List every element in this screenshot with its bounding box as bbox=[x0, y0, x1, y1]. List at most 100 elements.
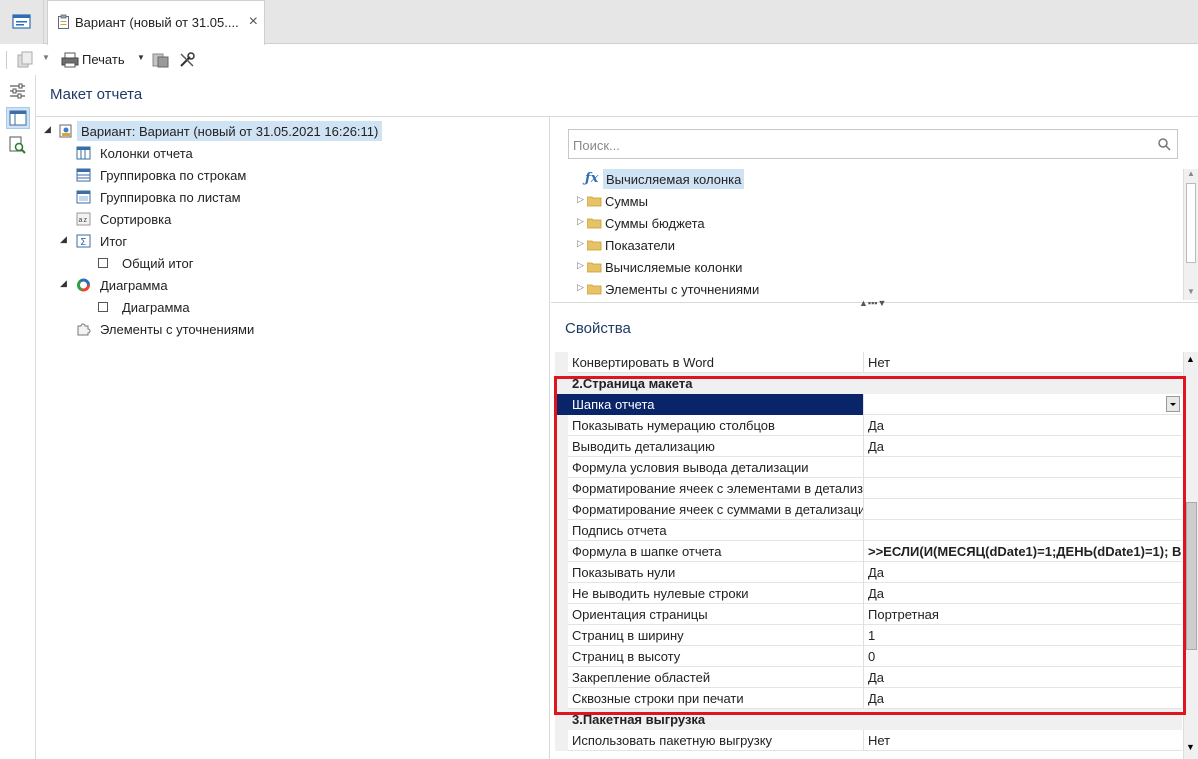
prop-row-pages-wide[interactable]: Страниц в ширину 1 bbox=[555, 625, 1182, 646]
print-button[interactable]: Печать bbox=[82, 52, 125, 70]
scroll-down-icon[interactable]: ▼ bbox=[1186, 742, 1195, 752]
export-icon[interactable] bbox=[152, 51, 170, 69]
home-tab[interactable] bbox=[0, 0, 44, 44]
layout-icon[interactable] bbox=[6, 107, 30, 129]
folder-elements[interactable]: ▷ Элементы с уточнениями bbox=[577, 279, 797, 299]
sheets-icon bbox=[76, 190, 91, 204]
prop-value[interactable]: Да bbox=[865, 562, 1182, 583]
scroll-up-icon[interactable]: ▲ bbox=[1186, 354, 1195, 364]
tree-item-diagram[interactable]: ◢ Диаграмма bbox=[60, 275, 360, 295]
checkbox-icon[interactable] bbox=[98, 302, 108, 312]
prop-name: Формула условия вывода детализации bbox=[555, 457, 864, 478]
checkbox-icon[interactable] bbox=[98, 258, 108, 268]
prop-value[interactable]: Да bbox=[865, 667, 1182, 688]
tree-item-label: Колонки отчета bbox=[100, 146, 193, 161]
prop-row-show-zeros[interactable]: Показывать нули Да bbox=[555, 562, 1182, 583]
prop-row-report-header[interactable]: Шапка отчета bbox=[555, 394, 1182, 415]
folder-label: Показатели bbox=[605, 238, 675, 253]
grid-scrollbar[interactable]: ▲ ▼ bbox=[1183, 352, 1198, 759]
tree-item-columns[interactable]: Колонки отчета bbox=[74, 143, 374, 163]
prop-value[interactable]: >>ЕСЛИ(И(МЕСЯЦ(dDate1)=1;ДЕНЬ(dDate1)=1)… bbox=[865, 541, 1182, 562]
prop-row-header-formula[interactable]: Формула в шапке отчета >>ЕСЛИ(И(МЕСЯЦ(dD… bbox=[555, 541, 1182, 562]
tree-item-sorting[interactable]: az Сортировка bbox=[74, 209, 374, 229]
dropdown-button[interactable] bbox=[1166, 396, 1180, 412]
prop-value[interactable] bbox=[865, 457, 1182, 478]
prop-row-use-batch[interactable]: Использовать пакетную выгрузку Нет bbox=[555, 730, 1182, 751]
prop-value[interactable]: Да bbox=[865, 688, 1182, 709]
splitter-grip-icon[interactable]: ▲▪▪▪▼ bbox=[859, 298, 886, 308]
prop-value[interactable]: Да bbox=[865, 583, 1182, 604]
folder-budget-sums[interactable]: ▷ Суммы бюджета bbox=[577, 213, 777, 233]
prop-row-format-elements[interactable]: Форматирование ячеек с элементами в дета… bbox=[555, 478, 1182, 499]
prop-value[interactable]: Да bbox=[865, 415, 1182, 436]
scroll-down-icon[interactable]: ▼ bbox=[1187, 287, 1195, 296]
prop-row-hide-zero-rows[interactable]: Не выводить нулевые строки Да bbox=[555, 583, 1182, 604]
folder-sums[interactable]: ▷ Суммы bbox=[577, 191, 777, 211]
print-dropdown-icon[interactable]: ▼ bbox=[137, 53, 145, 71]
category-page-layout[interactable]: 2.Страница макета bbox=[555, 373, 1182, 394]
tree-item-row-grouping[interactable]: Группировка по строкам bbox=[74, 165, 374, 185]
tree-item-sheet-grouping[interactable]: Группировка по листам bbox=[74, 187, 374, 207]
settings-sliders-icon[interactable] bbox=[6, 81, 30, 103]
search-box bbox=[568, 129, 1178, 159]
toolbar: ▼ Печать ▼ bbox=[0, 45, 1198, 75]
prop-value[interactable] bbox=[865, 520, 1182, 541]
prop-row-signature[interactable]: Подпись отчета bbox=[555, 520, 1182, 541]
columns-icon bbox=[76, 146, 91, 160]
prop-row-show-detail[interactable]: Выводить детализацию Да bbox=[555, 436, 1182, 457]
field-label: Вычисляемая колонка bbox=[603, 169, 745, 189]
collapsed-arrow-icon[interactable]: ▷ bbox=[577, 238, 584, 249]
search-input[interactable] bbox=[573, 136, 1143, 154]
expanded-arrow-icon[interactable]: ◢ bbox=[60, 234, 67, 245]
prop-row-freeze[interactable]: Закрепление областей Да bbox=[555, 667, 1182, 688]
tree-item-label: Группировка по строкам bbox=[100, 168, 247, 183]
prop-value[interactable]: Портретная bbox=[865, 604, 1182, 625]
prop-row-convert-word[interactable]: Конвертировать в Word Нет bbox=[555, 352, 1182, 373]
folder-indicators[interactable]: ▷ Показатели bbox=[577, 235, 777, 255]
tree-item-grand-total[interactable]: Общий итог bbox=[96, 253, 346, 273]
prop-row-detail-condition[interactable]: Формула условия вывода детализации bbox=[555, 457, 1182, 478]
tools-icon[interactable] bbox=[178, 51, 196, 69]
prop-row-orientation[interactable]: Ориентация страницы Портретная bbox=[555, 604, 1182, 625]
expanded-arrow-icon[interactable]: ◢ bbox=[44, 124, 51, 135]
collapsed-arrow-icon[interactable]: ▷ bbox=[577, 194, 584, 205]
prop-value[interactable]: Нет bbox=[865, 730, 1182, 751]
copy-icon[interactable] bbox=[16, 51, 36, 69]
tree-scrollbar[interactable]: ▲ ▼ bbox=[1183, 169, 1198, 300]
tree-item-diagram-child[interactable]: Диаграмма bbox=[96, 297, 346, 317]
prop-value[interactable]: Да bbox=[865, 436, 1182, 457]
expanded-arrow-icon[interactable]: ◢ bbox=[60, 278, 67, 289]
folder-calc-columns[interactable]: ▷ Вычисляемые колонки bbox=[577, 257, 777, 277]
scroll-thumb[interactable] bbox=[1186, 502, 1197, 650]
prop-row-pages-tall[interactable]: Страниц в высоту 0 bbox=[555, 646, 1182, 667]
scroll-up-icon[interactable]: ▲ bbox=[1187, 169, 1195, 178]
prop-value[interactable]: Нет bbox=[865, 352, 1182, 373]
prop-value[interactable] bbox=[865, 499, 1182, 520]
scroll-thumb[interactable] bbox=[1186, 183, 1196, 263]
search-icon[interactable] bbox=[1157, 136, 1171, 152]
collapsed-arrow-icon[interactable]: ▷ bbox=[577, 216, 584, 227]
tab-variant[interactable]: Вариант (новый от 31.05.... × bbox=[47, 0, 265, 45]
tree-root[interactable]: ◢ Вариант: Вариант (новый от 31.05.2021 … bbox=[44, 121, 394, 141]
folder-icon bbox=[587, 240, 602, 251]
chevron-down-icon[interactable]: ▼ bbox=[42, 53, 50, 71]
prop-row-format-sums[interactable]: Форматирование ячеек с суммами в детализ… bbox=[555, 499, 1182, 520]
svg-text:a: a bbox=[79, 217, 83, 224]
category-batch-export[interactable]: 3.Пакетная выгрузка bbox=[555, 709, 1182, 730]
field-calc-column[interactable]: ƒx Вычисляемая колонка bbox=[585, 169, 805, 189]
collapsed-arrow-icon[interactable]: ▷ bbox=[577, 260, 584, 271]
prop-value[interactable] bbox=[865, 478, 1182, 499]
prop-value[interactable]: 1 bbox=[865, 625, 1182, 646]
tree-item-total[interactable]: ◢ Σ Итог bbox=[60, 231, 360, 251]
prop-row-repeat-rows[interactable]: Сквозные строки при печати Да bbox=[555, 688, 1182, 709]
side-rail bbox=[0, 75, 36, 759]
prop-value[interactable] bbox=[865, 394, 1182, 415]
preview-icon[interactable] bbox=[6, 135, 30, 157]
prop-row-show-col-numbers[interactable]: Показывать нумерацию столбцов Да bbox=[555, 415, 1182, 436]
folder-icon bbox=[587, 262, 602, 273]
collapsed-arrow-icon[interactable]: ▷ bbox=[577, 282, 584, 293]
close-icon[interactable]: × bbox=[249, 13, 258, 31]
prop-value[interactable]: 0 bbox=[865, 646, 1182, 667]
prop-name: Использовать пакетную выгрузку bbox=[555, 730, 864, 751]
tree-item-elements[interactable]: Элементы с уточнениями bbox=[74, 319, 374, 339]
